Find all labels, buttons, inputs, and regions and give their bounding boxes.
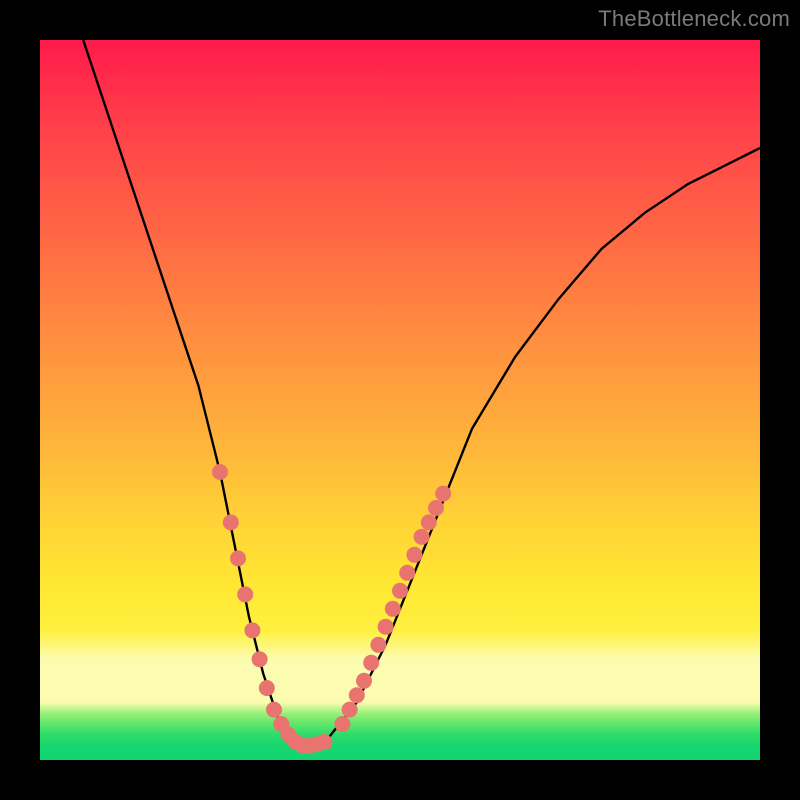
data-dot	[266, 702, 282, 718]
data-dot	[378, 619, 394, 635]
data-dot	[421, 514, 437, 530]
dots-right-group	[334, 486, 451, 732]
data-dot	[392, 583, 408, 599]
data-dot	[356, 673, 372, 689]
data-dot	[259, 680, 275, 696]
plot-area	[40, 40, 760, 760]
data-dot	[349, 687, 365, 703]
data-dot	[370, 637, 386, 653]
data-dot	[237, 586, 253, 602]
data-dot	[244, 622, 260, 638]
data-dot	[385, 601, 401, 617]
data-dot	[428, 500, 444, 516]
watermark-text: TheBottleneck.com	[598, 6, 790, 32]
data-dot	[316, 734, 332, 750]
data-dot	[230, 550, 246, 566]
data-dot	[363, 655, 379, 671]
data-dot	[342, 702, 358, 718]
chart-svg	[40, 40, 760, 760]
dots-left-group	[212, 464, 332, 754]
data-dot	[334, 716, 350, 732]
data-dot	[414, 529, 430, 545]
data-dot	[212, 464, 228, 480]
bottleneck-curve	[83, 40, 760, 746]
data-dot	[252, 651, 268, 667]
chart-frame: TheBottleneck.com	[0, 0, 800, 800]
data-dot	[406, 547, 422, 563]
data-dot	[435, 486, 451, 502]
data-dot	[223, 514, 239, 530]
data-dot	[399, 565, 415, 581]
